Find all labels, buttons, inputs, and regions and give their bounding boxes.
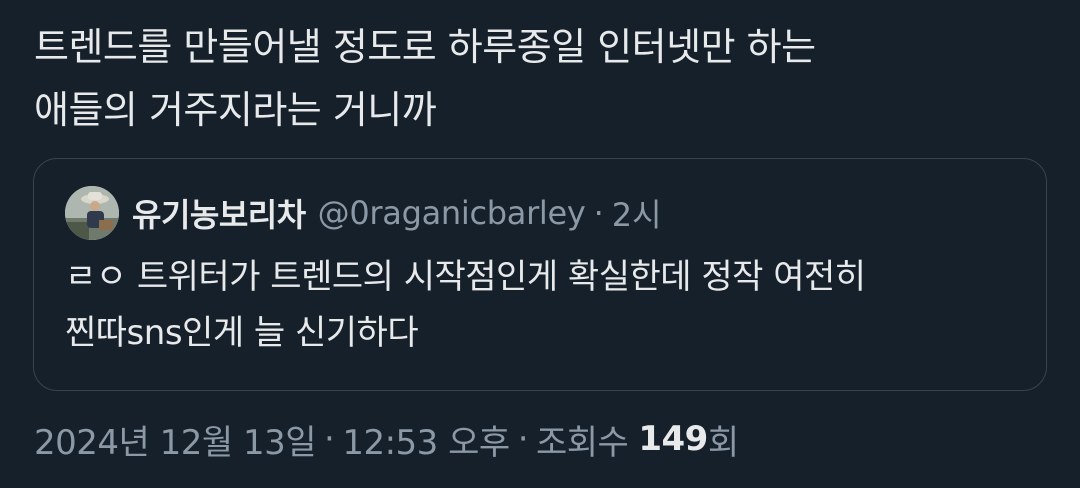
quoted-tweet-time[interactable]: 2시 [612, 190, 662, 236]
tweet-meta: 2024년 12월 13일 · 12:53 오후 · 조회수 149 회 [34, 412, 739, 466]
separator-dot: · [593, 194, 604, 232]
tweet-text: 트렌드를 만들어낼 정도로 하루종일 인터넷만 하는 애들의 거주지라는 거니까 [34, 25, 816, 132]
avatar-image [65, 186, 119, 240]
quoted-author-name[interactable]: 유기농보리차 [132, 190, 306, 236]
separator-dot: · [324, 419, 335, 459]
views-unit: 회 [707, 422, 739, 463]
avatar[interactable] [65, 186, 119, 240]
tweet-date[interactable]: 2024년 12월 13일 [34, 415, 317, 464]
tweet-time[interactable]: 12:53 오후 [342, 415, 510, 464]
quoted-tweet-header: 유기농보리차 @0raganicbarley · 2시 [65, 185, 662, 241]
separator-dot: · [517, 419, 529, 459]
quoted-author-handle[interactable]: @0raganicbarley [318, 194, 586, 232]
views-count: 149 [638, 419, 708, 459]
quoted-tweet-text: ㄹㅇ 트위터가 트렌드의 시작점인게 확실한데 정작 여전히 찐따sns인게 늘… [65, 257, 866, 353]
quoted-tweet-card[interactable]: 유기농보리차 @0raganicbarley · 2시 ㄹㅇ 트위터가 트렌드의… [33, 158, 1047, 391]
views-label: 조회수 [536, 422, 629, 463]
